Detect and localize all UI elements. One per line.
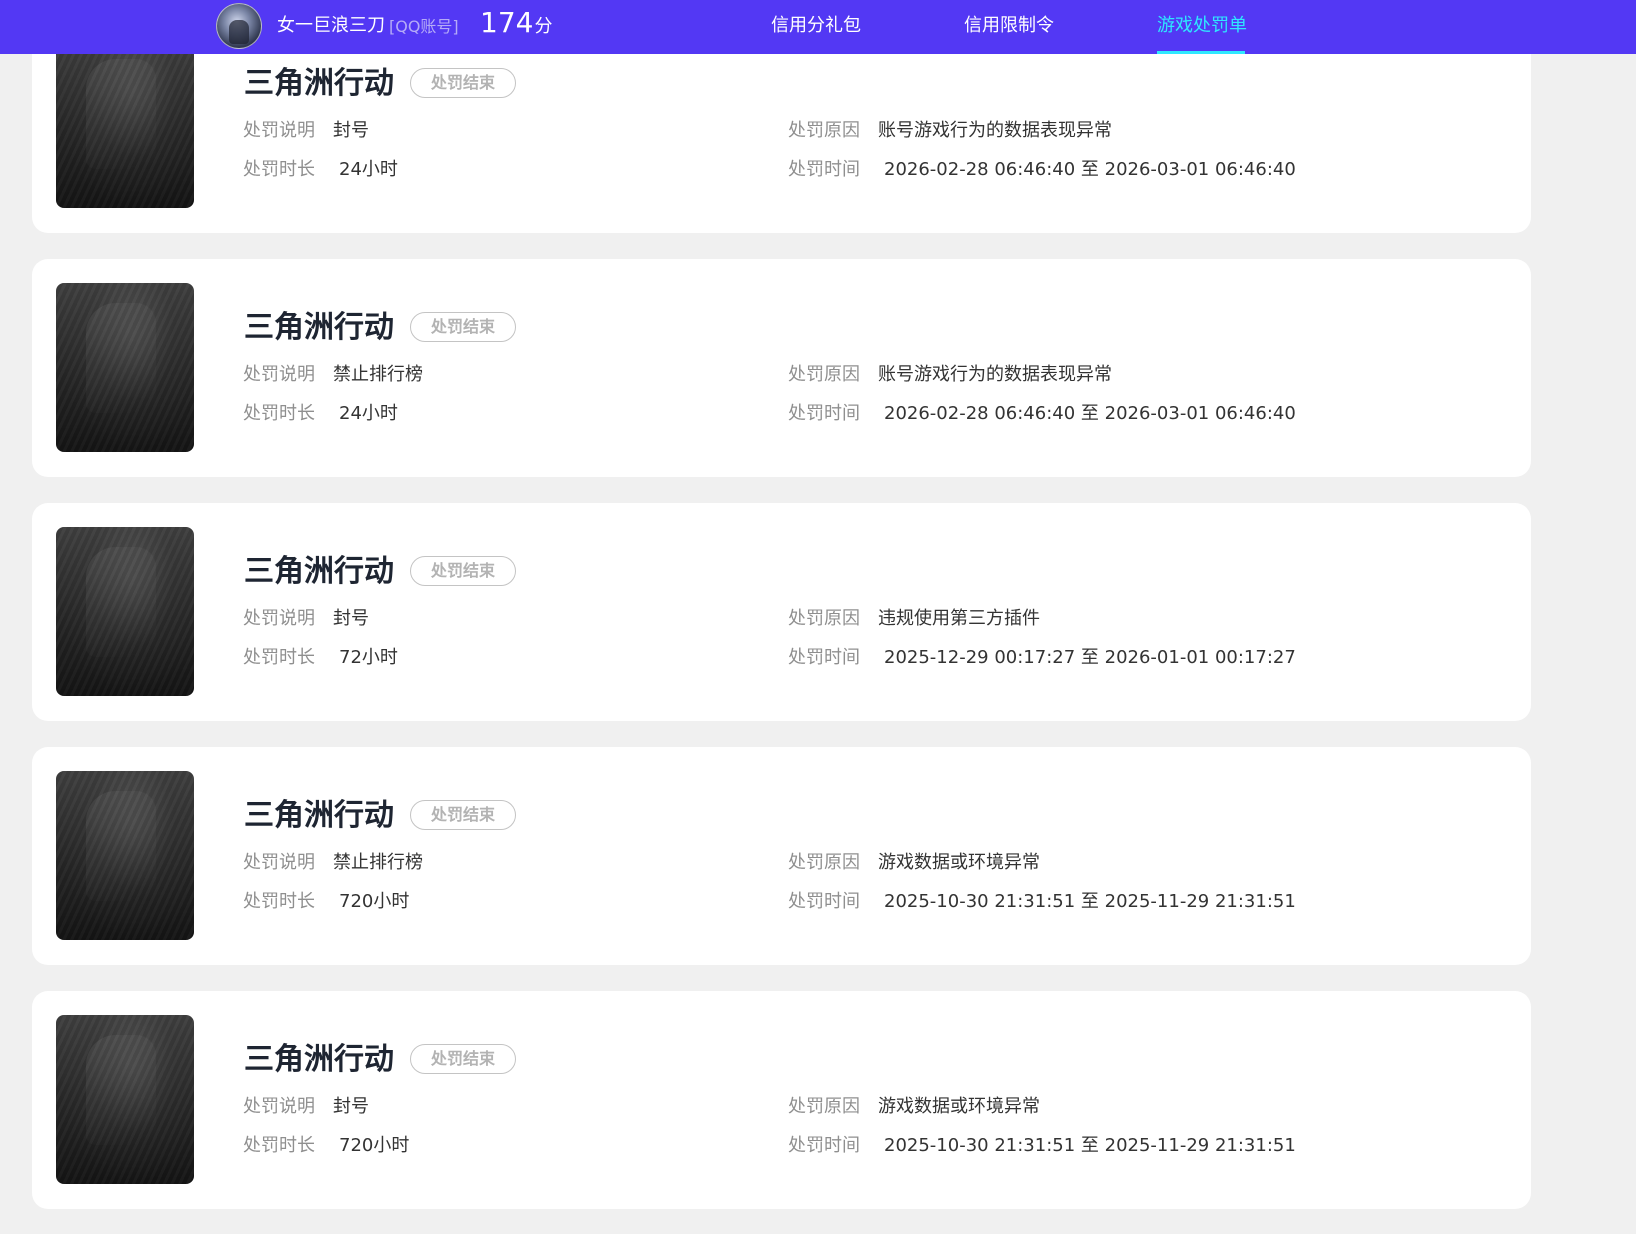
reason-value: 账号游戏行为的数据表现异常 — [878, 120, 1112, 141]
status-badge: 处罚结束 — [410, 312, 516, 342]
time-label: 处罚时间 — [788, 647, 860, 668]
game-title: 三角洲行动 — [244, 798, 394, 833]
reason-label: 处罚原因 — [788, 120, 860, 141]
description-label: 处罚说明 — [243, 120, 315, 141]
reason-label: 处罚原因 — [788, 852, 860, 873]
reason-label: 处罚原因 — [788, 1096, 860, 1117]
description-value: 封号 — [333, 120, 369, 141]
tab-credit-gift-pack[interactable]: 信用分礼包 — [771, 13, 861, 39]
duration-label: 处罚时长 — [243, 403, 315, 424]
duration-label: 处罚时长 — [243, 891, 315, 912]
duration-value: 720小时 — [339, 1135, 410, 1156]
duration-value: 24小时 — [339, 403, 398, 424]
status-badge: 处罚结束 — [410, 68, 516, 98]
time-value: 2026-02-28 06:46:40 至 2026-03-01 06:46:4… — [884, 403, 1296, 424]
reason-value: 游戏数据或环境异常 — [878, 852, 1040, 873]
game-cover-image — [56, 527, 194, 696]
description-label: 处罚说明 — [243, 608, 315, 629]
tab-credit-restriction[interactable]: 信用限制令 — [964, 13, 1054, 39]
duration-label: 处罚时长 — [243, 1135, 315, 1156]
game-cover-image — [56, 771, 194, 940]
punishment-card: 三角洲行动 处罚结束 处罚说明 封号 处罚时长 72小时 处罚原因 违规使用第三… — [32, 503, 1531, 721]
game-cover-image — [56, 1015, 194, 1184]
credit-score: 174分 — [480, 5, 552, 45]
game-cover-image — [56, 39, 194, 208]
reason-label: 处罚原因 — [788, 608, 860, 629]
user-name: 女一巨浪三刀 — [277, 15, 385, 36]
reason-value: 账号游戏行为的数据表现异常 — [878, 364, 1112, 385]
duration-value: 720小时 — [339, 891, 410, 912]
reason-value: 游戏数据或环境异常 — [878, 1096, 1040, 1117]
time-value: 2026-02-28 06:46:40 至 2026-03-01 06:46:4… — [884, 159, 1296, 180]
duration-value: 72小时 — [339, 647, 398, 668]
description-label: 处罚说明 — [243, 364, 315, 385]
game-title: 三角洲行动 — [244, 1042, 394, 1077]
reason-label: 处罚原因 — [788, 364, 860, 385]
time-value: 2025-12-29 00:17:27 至 2026-01-01 00:17:2… — [884, 647, 1296, 668]
time-label: 处罚时间 — [788, 1135, 860, 1156]
duration-label: 处罚时长 — [243, 159, 315, 180]
game-title: 三角洲行动 — [244, 66, 394, 101]
description-label: 处罚说明 — [243, 852, 315, 873]
description-value: 封号 — [333, 608, 369, 629]
description-label: 处罚说明 — [243, 1096, 315, 1117]
time-label: 处罚时间 — [788, 403, 860, 424]
credit-score-value: 174 — [480, 6, 534, 39]
status-badge: 处罚结束 — [410, 1044, 516, 1074]
duration-label: 处罚时长 — [243, 647, 315, 668]
description-value: 禁止排行榜 — [333, 852, 423, 873]
reason-value: 违规使用第三方插件 — [878, 608, 1040, 629]
avatar[interactable] — [216, 3, 262, 49]
game-title: 三角洲行动 — [244, 554, 394, 589]
account-type-label: [QQ账号] — [389, 17, 459, 36]
status-badge: 处罚结束 — [410, 556, 516, 586]
description-value: 禁止排行榜 — [333, 364, 423, 385]
duration-value: 24小时 — [339, 159, 398, 180]
time-label: 处罚时间 — [788, 891, 860, 912]
status-badge: 处罚结束 — [410, 800, 516, 830]
time-label: 处罚时间 — [788, 159, 860, 180]
punishment-card: 三角洲行动 处罚结束 处罚说明 封号 处罚时长 720小时 处罚原因 游戏数据或… — [32, 991, 1531, 1209]
time-value: 2025-10-30 21:31:51 至 2025-11-29 21:31:5… — [884, 1135, 1296, 1156]
tab-game-punishment[interactable]: 游戏处罚单 — [1157, 13, 1247, 39]
punishment-card: 三角洲行动 处罚结束 处罚说明 禁止排行榜 处罚时长 720小时 处罚原因 游戏… — [32, 747, 1531, 965]
time-value: 2025-10-30 21:31:51 至 2025-11-29 21:31:5… — [884, 891, 1296, 912]
game-title: 三角洲行动 — [244, 310, 394, 345]
game-cover-image — [56, 283, 194, 452]
punishment-card: 三角洲行动 处罚结束 处罚说明 禁止排行榜 处罚时长 24小时 处罚原因 账号游… — [32, 259, 1531, 477]
credit-score-unit: 分 — [534, 16, 553, 37]
active-tab-indicator — [1157, 51, 1245, 54]
top-navigation-bar: 女一巨浪三刀 [QQ账号] 174分 信用分礼包 信用限制令 游戏处罚单 — [0, 0, 1636, 54]
description-value: 封号 — [333, 1096, 369, 1117]
